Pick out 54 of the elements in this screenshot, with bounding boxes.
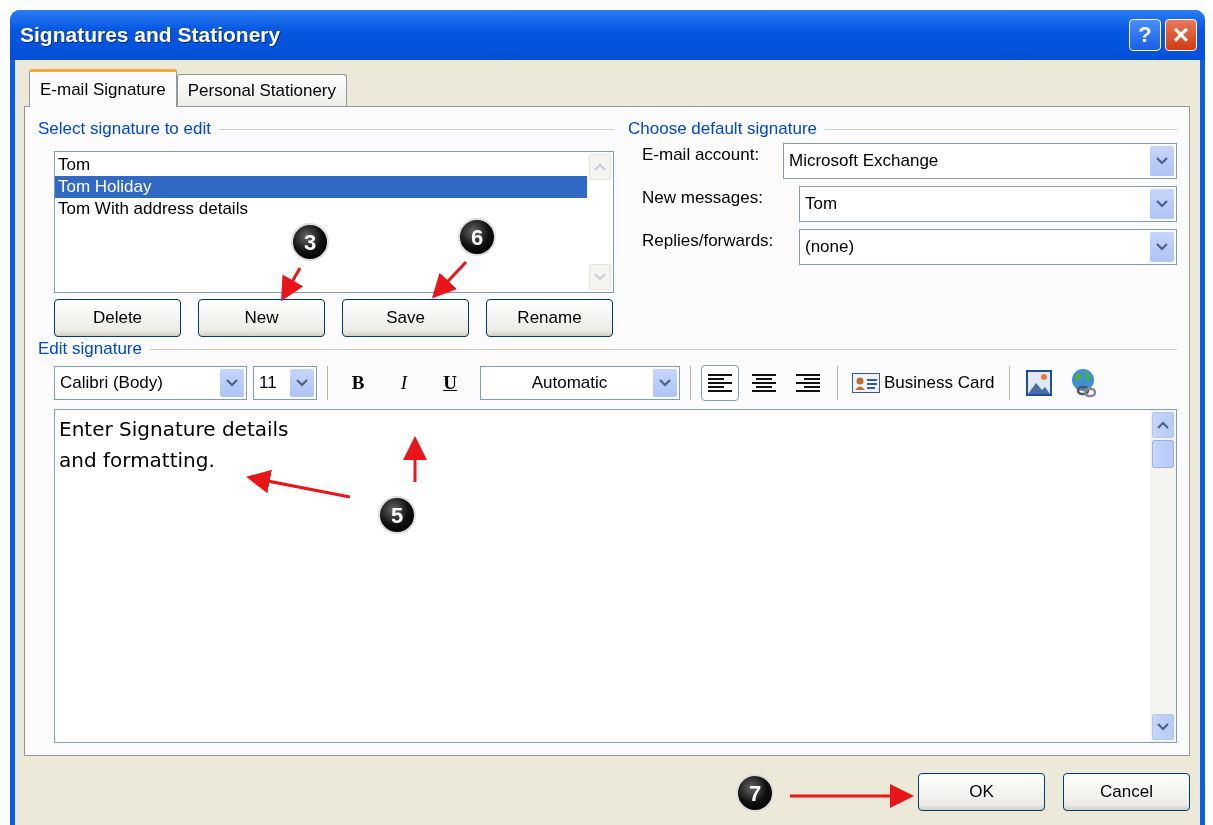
dropdown[interactable]: Tom xyxy=(799,186,1177,222)
chevron-up-icon xyxy=(1157,421,1169,429)
group-heading: Edit signature xyxy=(38,339,142,359)
align-center-icon xyxy=(752,374,776,392)
step-number-badge: 6 xyxy=(458,218,496,256)
align-left-icon xyxy=(708,374,732,392)
dialog-button[interactable]: OK xyxy=(918,773,1045,811)
tab[interactable]: E-mail Signature xyxy=(29,69,177,107)
step-number-badge: 3 xyxy=(291,223,329,261)
group-heading: Choose default signature xyxy=(628,119,818,139)
chevron-down-icon xyxy=(1157,723,1169,731)
group-heading: Select signature to edit xyxy=(38,119,211,139)
signature-text: and formatting. xyxy=(59,447,215,474)
italic-button[interactable]: I xyxy=(384,366,424,400)
close-button[interactable]: × xyxy=(1165,19,1197,51)
dialog-button[interactable]: Cancel xyxy=(1063,773,1190,811)
field-label: E-mail account: xyxy=(642,144,760,165)
signature-text: Enter Signature details xyxy=(59,416,289,443)
color-dropdown[interactable]: Automatic xyxy=(480,366,680,400)
field-label: Replies/forwards: xyxy=(642,230,774,251)
globe-link-icon xyxy=(1069,368,1098,398)
scroll-down-button[interactable] xyxy=(1152,714,1174,740)
dialog-button[interactable]: Delete xyxy=(54,299,181,337)
annotation-arrow xyxy=(403,436,427,482)
font-dropdown[interactable]: Calibri (Body) xyxy=(54,366,247,400)
dropdown[interactable]: (none) xyxy=(799,229,1177,265)
dialog-button[interactable]: Save xyxy=(342,299,469,337)
scroll-thumb[interactable] xyxy=(1152,440,1174,468)
picture-icon xyxy=(1025,370,1052,396)
field-label: New messages: xyxy=(642,187,763,208)
annotation-arrow xyxy=(431,260,468,299)
list-item[interactable]: Tom With address details xyxy=(55,198,587,220)
bold-button[interactable]: B xyxy=(338,366,378,400)
tab[interactable]: Personal Stationery xyxy=(176,74,348,106)
business-card-icon xyxy=(852,373,880,393)
list-item[interactable]: Tom xyxy=(55,154,587,176)
step-number-badge: 5 xyxy=(378,496,416,534)
chevron-down-icon xyxy=(594,273,606,281)
list-item[interactable]: Tom Holiday xyxy=(55,176,587,198)
dialog-button[interactable]: Rename xyxy=(486,299,613,337)
size-dropdown[interactable]: 11 xyxy=(253,366,317,400)
annotation-arrow xyxy=(281,267,304,302)
chevron-up-icon xyxy=(594,163,606,171)
dropdown[interactable]: Microsoft Exchange xyxy=(783,143,1177,179)
align-left-button[interactable] xyxy=(701,365,739,401)
scroll-up-button[interactable] xyxy=(1152,412,1174,438)
dialog-button[interactable]: New xyxy=(198,299,325,337)
underline-button[interactable]: U xyxy=(430,366,470,400)
step-number-badge: 7 xyxy=(736,774,774,812)
scrollbar[interactable] xyxy=(1150,410,1176,742)
window-title: Signatures and Stationery xyxy=(20,23,281,47)
help-button[interactable]: ? xyxy=(1129,19,1161,51)
business-card-button[interactable]: Business Card xyxy=(848,366,999,400)
align-right-icon xyxy=(796,374,820,392)
